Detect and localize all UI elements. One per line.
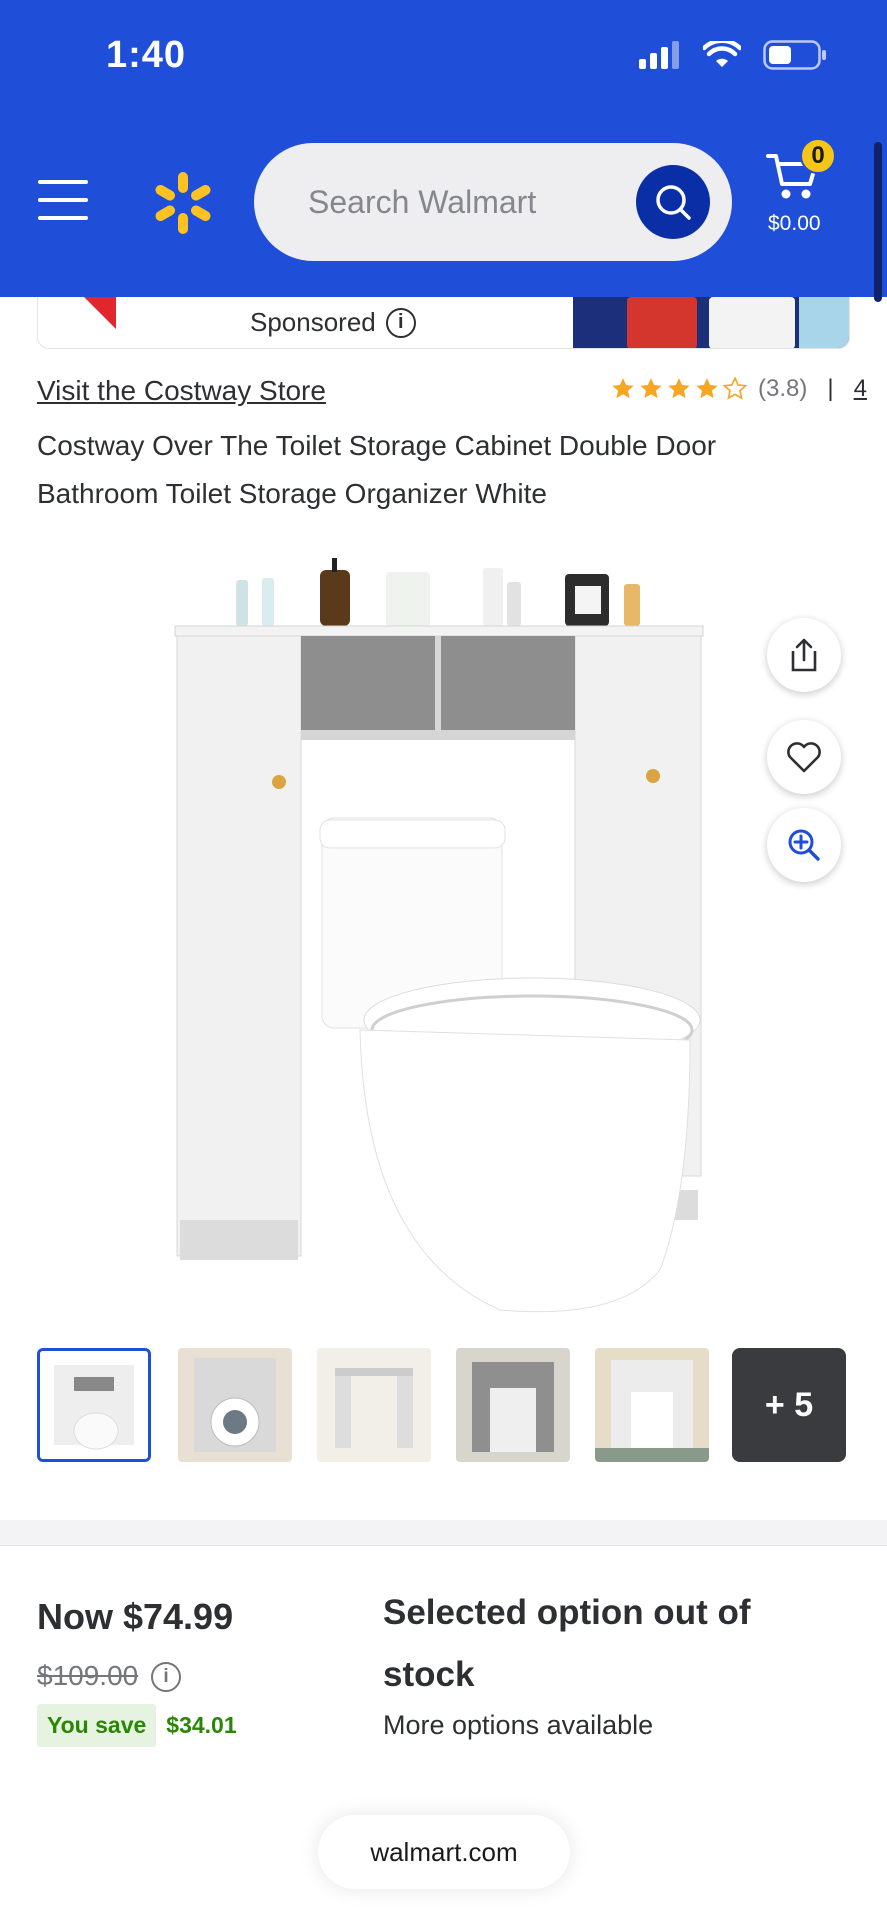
share-button[interactable] (767, 618, 841, 692)
thumbnail-strip: + 5 (37, 1348, 850, 1464)
rating-divider: | (827, 375, 834, 402)
price-info-icon[interactable]: i (151, 1662, 181, 1692)
ad-product-graphic (627, 297, 697, 348)
thumbnail-image[interactable] (178, 1348, 292, 1462)
sponsored-banner[interactable]: Sponsored i (37, 297, 850, 349)
star-rating (610, 376, 748, 402)
star-full-icon (696, 378, 718, 399)
save-amount: $34.01 (166, 1712, 237, 1738)
cart-total: $0.00 (768, 212, 821, 235)
stock-status-title: Selected option out of stock (383, 1593, 751, 1694)
was-price: $109.00 (37, 1660, 139, 1691)
star-full-icon (668, 378, 690, 399)
status-icons (637, 40, 827, 70)
thumbnail-image[interactable] (317, 1348, 431, 1462)
stock-status-subtitle: More options available (383, 1710, 654, 1740)
section-divider (0, 1520, 887, 1546)
search-button[interactable] (636, 165, 710, 239)
ad-product-graphic (799, 297, 849, 348)
more-images-count: + 5 (764, 1385, 814, 1424)
app-header: 1:40 Search Walmart 0 $0.00 (0, 0, 887, 302)
search-icon (656, 185, 691, 220)
thumbnail-image[interactable] (456, 1348, 570, 1462)
zoom-in-icon (788, 829, 820, 861)
ad-product-graphic (709, 297, 795, 348)
cart-button[interactable]: 0 $0.00 (758, 136, 850, 236)
browser-url-bar[interactable]: walmart.com (318, 1815, 570, 1889)
product-rating[interactable]: (3.8) | 4 (610, 375, 867, 403)
star-empty-icon (722, 376, 748, 400)
ad-graphic (84, 297, 116, 329)
heart-icon (787, 742, 821, 773)
sponsored-ad-image[interactable] (573, 297, 849, 348)
wifi-icon (703, 41, 741, 67)
cellular-signal-icon (639, 41, 679, 69)
star-full-icon (612, 378, 634, 399)
sponsored-text: Sponsored (250, 307, 376, 337)
battery-icon (763, 40, 826, 70)
rating-value: (3.8) (758, 375, 808, 402)
current-price: Now $74.99 (37, 1596, 234, 1637)
menu-icon[interactable] (38, 180, 88, 220)
you-save-badge: You save (37, 1704, 157, 1747)
info-icon[interactable]: i (385, 307, 416, 338)
sponsored-label: Sponsored i (250, 307, 416, 338)
favorite-button[interactable] (767, 720, 841, 794)
toiletries-graphic (236, 558, 640, 626)
cart-count-badge: 0 (800, 138, 836, 174)
visit-store-link[interactable]: Visit the Costway Store (37, 375, 326, 407)
walmart-spark-logo[interactable] (150, 170, 216, 236)
search-input[interactable] (308, 177, 608, 227)
status-time: 1:40 (106, 34, 187, 76)
thumbnail-image[interactable] (595, 1348, 709, 1462)
share-icon (791, 638, 817, 672)
zoom-button[interactable] (767, 808, 841, 882)
more-images-button[interactable]: + 5 (732, 1348, 846, 1462)
star-full-icon (640, 378, 662, 399)
thumbnail-image[interactable] (37, 1348, 151, 1462)
search-bar[interactable] (254, 143, 732, 261)
product-title: Costway Over The Toilet Storage Cabinet … (37, 430, 717, 509)
savings-row: You save $34.01 (37, 1704, 237, 1747)
product-image[interactable] (170, 550, 710, 1320)
review-count-link[interactable]: 4 (854, 375, 867, 403)
page-scrollbar[interactable] (874, 142, 882, 302)
